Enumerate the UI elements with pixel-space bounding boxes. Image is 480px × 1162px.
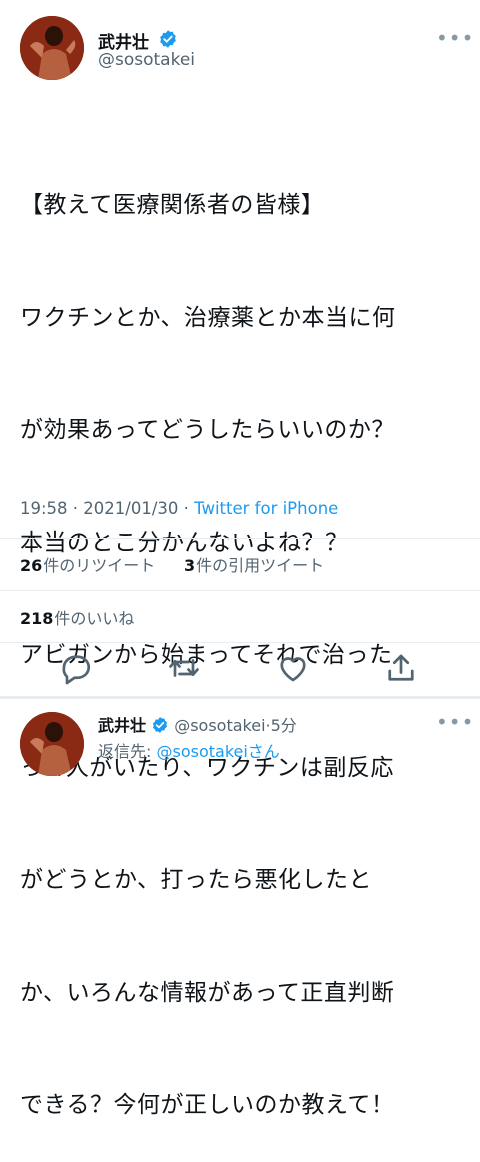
section-divider: [0, 696, 480, 699]
quotes-label: 件の引用ツイート: [196, 556, 325, 575]
reply-to-mention[interactable]: @sosotakeiさん: [156, 742, 279, 761]
reply-to-prefix: 返信先:: [98, 742, 157, 761]
likes-count: 218: [20, 609, 54, 628]
more-icon[interactable]: •••: [436, 26, 474, 50]
divider: [0, 538, 480, 539]
tweet-text: 【教えて医療関係者の皆様】 ワクチンとか、治療薬とか本当に何 が効果あってどうし…: [20, 112, 460, 1162]
retweet-icon[interactable]: [166, 650, 202, 686]
likes-stat[interactable]: 218件のいいね: [20, 605, 134, 629]
reply-author-name[interactable]: 武井壮: [98, 716, 146, 735]
divider: [0, 590, 480, 591]
like-icon[interactable]: [275, 650, 311, 686]
reply-more-icon[interactable]: •••: [436, 710, 474, 734]
tweet-source-link[interactable]: Twitter for iPhone: [194, 499, 338, 518]
tweet-meta: 19:58 · 2021/01/30 · Twitter for iPhone: [20, 499, 338, 518]
reply-icon[interactable]: [58, 650, 94, 686]
tweet-timestamp[interactable]: 19:58 · 2021/01/30 ·: [20, 499, 194, 518]
tweet-line: がどうとか、打ったら悪化したと: [20, 867, 373, 893]
quotes-count: 3: [184, 556, 196, 575]
retweets-stat[interactable]: 26件のリツイート: [20, 552, 155, 576]
verified-badge-icon: [153, 717, 168, 733]
reply-age: ·5分: [265, 716, 297, 735]
reply-to-line: 返信先: @sosotakeiさん: [98, 738, 280, 762]
reply-author-handle[interactable]: @sosotakei: [174, 716, 265, 735]
avatar[interactable]: [20, 16, 84, 80]
likes-label: 件のいいね: [54, 609, 135, 628]
quotes-stat[interactable]: 3件の引用ツイート: [184, 552, 324, 576]
divider: [0, 642, 480, 643]
tweet-line: ワクチンとか、治療薬とか本当に何: [20, 304, 396, 331]
reply-avatar[interactable]: [20, 712, 84, 776]
reply-header: 武井壮 @sosotakei·5分: [98, 712, 297, 736]
author-handle[interactable]: @sosotakei: [98, 50, 195, 70]
retweets-count: 26: [20, 556, 43, 575]
share-icon[interactable]: [383, 650, 419, 686]
tweet-line: できる？今何が正しいのか教えて！: [20, 1092, 395, 1118]
tweet-line: か、いろんな情報があって正直判断: [20, 979, 395, 1006]
retweets-label: 件のリツイート: [43, 556, 156, 575]
tweet-line: 【教えて医療関係者の皆様】: [20, 192, 325, 218]
verified-badge-icon: [160, 30, 176, 48]
tweet-line: が効果あってどうしたらいいのか？: [20, 417, 395, 443]
